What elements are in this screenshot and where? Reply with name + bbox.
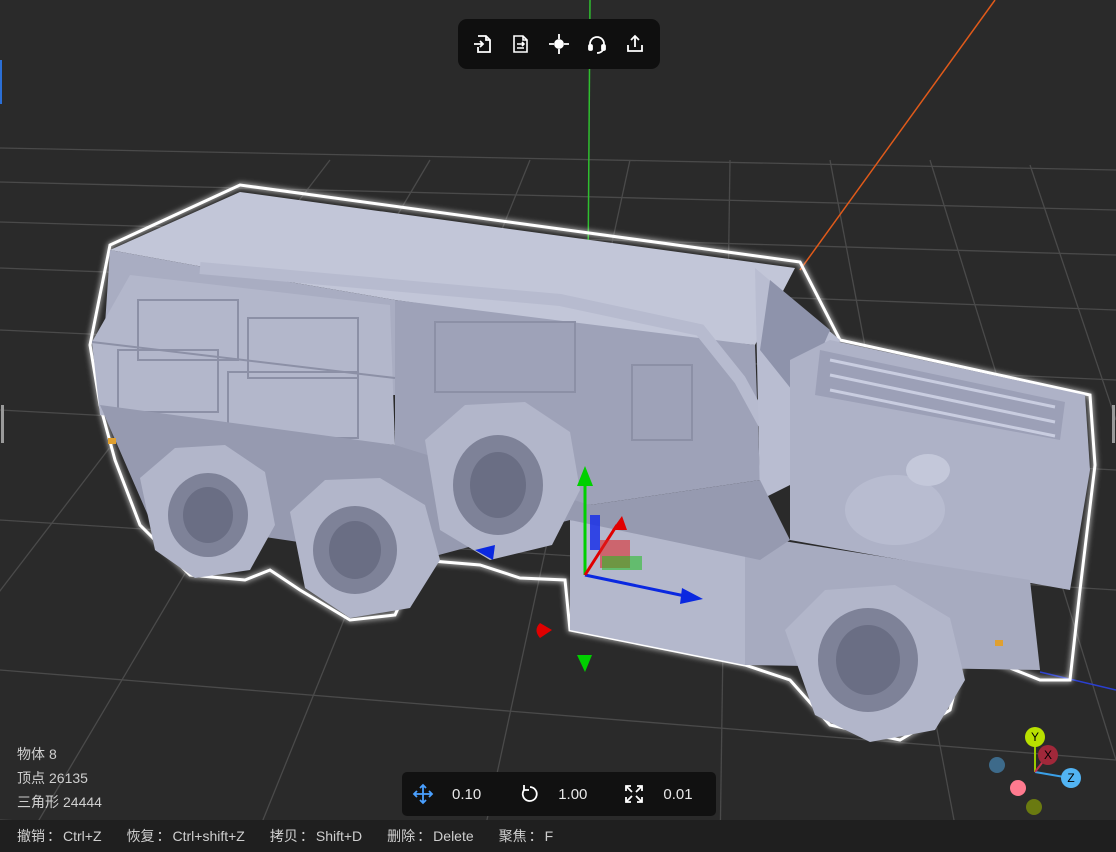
gizmo-x-label: X [1044, 748, 1052, 762]
stat-triangles: 三角形 24444 [17, 790, 102, 814]
shortcut-delete: 删除： Delete [387, 826, 473, 846]
shortcut-key: Delete [433, 828, 474, 844]
shortcut-focus: 聚焦： F [499, 826, 554, 846]
center-focus-button[interactable] [545, 30, 573, 58]
stat-vertices: 顶点 26135 [17, 766, 102, 790]
translate-mode-button[interactable] [412, 783, 434, 805]
gizmo-y-label: Y [1031, 730, 1039, 744]
replace-model-button[interactable] [507, 30, 535, 58]
scene-stats: 物体 8 顶点 26135 三角形 24444 [17, 742, 102, 814]
shortcut-redo: 恢复： Ctrl+shift+Z [127, 826, 245, 846]
stat-vertices-label: 顶点 [17, 770, 45, 786]
rotate-step-value[interactable]: 1.00 [558, 786, 587, 803]
stat-objects: 物体 8 [17, 742, 102, 766]
stat-objects-value: 8 [49, 746, 57, 762]
shortcut-key: Ctrl+Z [63, 828, 102, 844]
shortcut-undo: 撤销： Ctrl+Z [17, 826, 102, 846]
rotate-mode-button[interactable] [519, 783, 541, 805]
gizmo-neg-z-dot[interactable] [989, 757, 1005, 773]
scale-step-value[interactable]: 0.01 [663, 786, 692, 803]
export-icon [627, 34, 643, 52]
scale-step: 0.01 [623, 783, 693, 805]
translate-step: 0.10 [412, 783, 481, 805]
center-focus-icon [549, 34, 569, 54]
gizmo-rotate-x-handle[interactable] [536, 623, 553, 638]
shortcut-status-bar: 撤销： Ctrl+Z 恢复： Ctrl+shift+Z 拷贝： Shift+D 删除：… [0, 820, 1116, 852]
shortcut-sep: ： [47, 828, 61, 844]
gizmo-z-label: Z [1067, 771, 1074, 785]
axis-x-line [799, 0, 996, 271]
gizmo-neg-x-dot[interactable] [1010, 780, 1026, 796]
stat-vertices-value: 26135 [49, 770, 88, 786]
gizmo-plane-yz[interactable] [590, 515, 600, 550]
transform-step-bar: 0.10 1.00 0.01 [402, 772, 716, 816]
shortcut-label: 撤销 [17, 828, 45, 844]
shortcut-label: 拷贝 [269, 828, 298, 844]
scale-mode-button[interactable] [623, 783, 645, 805]
right-resize-handle[interactable] [1112, 405, 1115, 443]
replace-model-icon [513, 35, 528, 53]
shortcut-key: Shift+D [315, 828, 363, 844]
left-panel-edge [0, 60, 2, 104]
translate-step-value[interactable]: 0.10 [452, 786, 481, 803]
top-toolbar [458, 19, 660, 69]
gizmo-plane-xz[interactable] [602, 556, 642, 570]
shortcut-sep: ： [156, 828, 171, 844]
move-icon [412, 783, 434, 805]
import-button[interactable] [469, 30, 497, 58]
3d-viewport[interactable] [0, 0, 1116, 852]
left-resize-handle[interactable] [1, 405, 4, 443]
orientation-gizmo-svg: X Y Z [989, 727, 1081, 815]
support-icon [588, 36, 606, 54]
stat-triangles-value: 24444 [63, 794, 102, 810]
shortcut-key: Ctrl+shift+Z [172, 828, 245, 844]
rotate-step: 1.00 [519, 783, 587, 805]
shortcut-label: 恢复 [126, 828, 155, 844]
orientation-gizmo[interactable]: X Y Z [980, 722, 1090, 822]
truck-model[interactable] [88, 183, 1097, 742]
rotate-icon [522, 785, 538, 802]
shortcut-sep: ： [528, 828, 543, 844]
stat-triangles-label: 三角形 [17, 794, 59, 810]
support-button[interactable] [583, 30, 611, 58]
shortcut-sep: ： [299, 828, 314, 844]
shortcut-label: 删除 [387, 828, 416, 844]
shortcut-key: F [544, 828, 554, 844]
shortcut-label: 聚焦 [498, 828, 527, 844]
shortcut-sep: ： [417, 828, 432, 844]
import-icon [474, 35, 491, 53]
gizmo-neg-y-dot[interactable] [1026, 799, 1042, 815]
stat-objects-label: 物体 [17, 746, 45, 762]
scale-icon [625, 785, 644, 803]
gizmo-rotate-y-handle[interactable] [577, 655, 592, 672]
export-button[interactable] [621, 30, 649, 58]
shortcut-copy: 拷贝： Shift+D [270, 826, 362, 846]
scene-canvas[interactable] [0, 0, 1116, 852]
